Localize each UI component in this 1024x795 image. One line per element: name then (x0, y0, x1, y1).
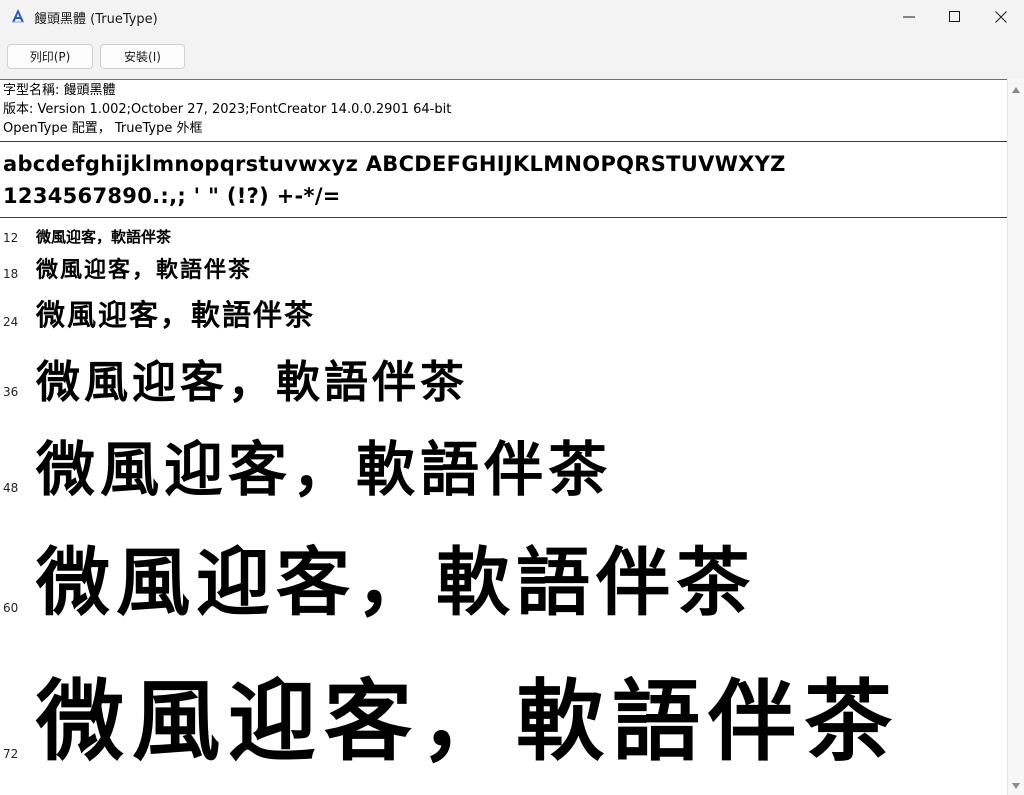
sample-text-36: 微風迎客，軟語伴茶 (36, 357, 468, 408)
toolbar: 列印(P) 安裝(I) (0, 34, 1024, 79)
sample-size-label: 12 (3, 231, 19, 245)
font-preview-pane[interactable]: 字型名稱: 饅頭黑體 版本: Version 1.002;October 27,… (0, 79, 1007, 795)
sample-text-48: 微風迎客，軟語伴茶 (36, 435, 613, 504)
minimize-button[interactable] (886, 0, 932, 32)
sample-size-label: 18 (3, 267, 19, 281)
font-app-icon (12, 9, 24, 23)
sample-size-label: 36 (3, 385, 19, 399)
divider (0, 217, 1007, 218)
sample-text-60: 微風迎客，軟語伴茶 (36, 540, 756, 626)
maximize-button[interactable] (932, 0, 978, 32)
maximize-icon (949, 11, 960, 22)
sample-text-12: 微風迎客，軟語伴茶 (36, 228, 172, 246)
sample-size-label: 24 (3, 315, 19, 329)
close-button[interactable] (978, 0, 1024, 32)
title-bar[interactable]: 饅頭黑體 (TrueType) (0, 0, 1024, 34)
install-button[interactable]: 安裝(I) (100, 44, 185, 69)
sample-text-18: 微風迎客，軟語伴茶 (36, 258, 253, 283)
minimize-icon (903, 16, 915, 18)
font-version-line: 版本: Version 1.002;October 27, 2023;FontC… (3, 102, 452, 117)
sample-text-72: 微風迎客，軟語伴茶 (36, 670, 901, 773)
sample-size-label: 48 (3, 481, 19, 495)
font-name-line: 字型名稱: 饅頭黑體 (3, 83, 116, 98)
scroll-up-arrow-icon[interactable] (1012, 87, 1020, 93)
vertical-scrollbar[interactable] (1007, 79, 1024, 795)
sample-size-label: 60 (3, 601, 19, 615)
sample-size-label: 72 (3, 747, 19, 761)
alphabet-line-letters: abcdefghijklmnopqrstuvwxyz ABCDEFGHIJKLM… (3, 152, 786, 176)
sample-text-24: 微風迎客，軟語伴茶 (36, 298, 316, 332)
scroll-down-arrow-icon[interactable] (1012, 783, 1020, 789)
divider (0, 141, 1007, 142)
font-viewer-window: 饅頭黑體 (TrueType) 列印(P) 安裝(I) 字型名稱: 饅頭黑體 版… (0, 0, 1024, 795)
print-button[interactable]: 列印(P) (7, 44, 93, 69)
alphabet-line-digits: 1234567890.:,; ' " (!?) +-*/= (3, 184, 341, 208)
window-title: 饅頭黑體 (TrueType) (34, 12, 158, 27)
close-icon (995, 11, 1007, 23)
font-outline-line: OpenType 配置， TrueType 外框 (3, 121, 203, 136)
